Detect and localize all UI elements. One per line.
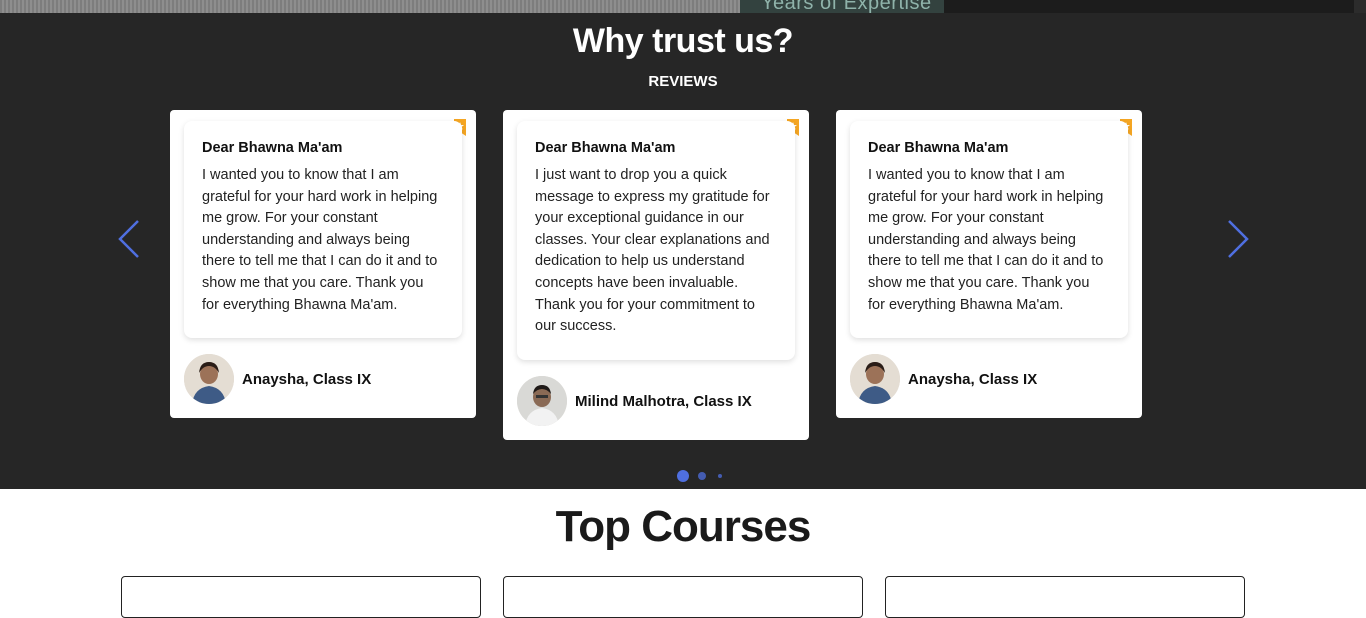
pagination-dot-1[interactable]: [677, 470, 689, 482]
avatar: [850, 354, 900, 404]
avatar: [184, 354, 234, 404]
author-name: Milind Malhotra, Class IX: [575, 392, 752, 410]
review-heading: Dear Bhawna Ma'am: [535, 140, 676, 156]
hero-photo: [944, 0, 1354, 13]
pagination-dot-3[interactable]: [718, 474, 722, 478]
chevron-right-icon: [1228, 220, 1249, 258]
reviews-section: Why trust us? REVIEWS Dear Bhawna Ma'am …: [0, 13, 1366, 489]
hero-image-left: [0, 0, 740, 13]
expertise-text: Years of Expertise: [761, 0, 932, 13]
review-author: Milind Malhotra, Class IX: [517, 376, 752, 426]
review-text: I wanted you to know that I am grateful …: [202, 167, 438, 313]
courses-title: Top Courses: [555, 502, 812, 551]
review-quote: Dear Bhawna Ma'am I wanted you to know t…: [850, 121, 1128, 338]
author-name: Anaysha, Class IX: [908, 370, 1038, 388]
review-heading: Dear Bhawna Ma'am: [868, 140, 1009, 156]
review-quote: Dear Bhawna Ma'am I just want to drop yo…: [517, 121, 795, 360]
chevron-left-icon: [118, 220, 139, 258]
section-subtitle: REVIEWS: [648, 73, 718, 90]
carousel-next-button[interactable]: [1223, 219, 1253, 259]
avatar: [517, 376, 567, 426]
review-text: I just want to drop you a quick message …: [535, 167, 770, 335]
carousel-pagination: [0, 470, 1366, 482]
author-name: Anaysha, Class IX: [242, 370, 372, 388]
course-card[interactable]: [121, 576, 481, 618]
review-card: Dear Bhawna Ma'am I just want to drop yo…: [503, 110, 809, 440]
review-text: I wanted you to know that I am grateful …: [868, 167, 1104, 313]
course-card[interactable]: [503, 576, 863, 618]
course-card[interactable]: [885, 576, 1245, 618]
review-author: Anaysha, Class IX: [184, 354, 371, 404]
hero-image-strip: Years of Expertise: [0, 0, 1366, 13]
review-card: Dear Bhawna Ma'am I wanted you to know t…: [836, 110, 1142, 418]
review-author: Anaysha, Class IX: [850, 354, 1037, 404]
review-heading: Dear Bhawna Ma'am: [202, 140, 343, 156]
carousel-prev-button[interactable]: [114, 219, 144, 259]
review-quote: Dear Bhawna Ma'am I wanted you to know t…: [184, 121, 462, 338]
section-title: Why trust us?: [572, 22, 794, 60]
courses-section: Top Courses: [0, 489, 1366, 618]
review-card: Dear Bhawna Ma'am I wanted you to know t…: [170, 110, 476, 418]
pagination-dot-2[interactable]: [698, 472, 706, 480]
